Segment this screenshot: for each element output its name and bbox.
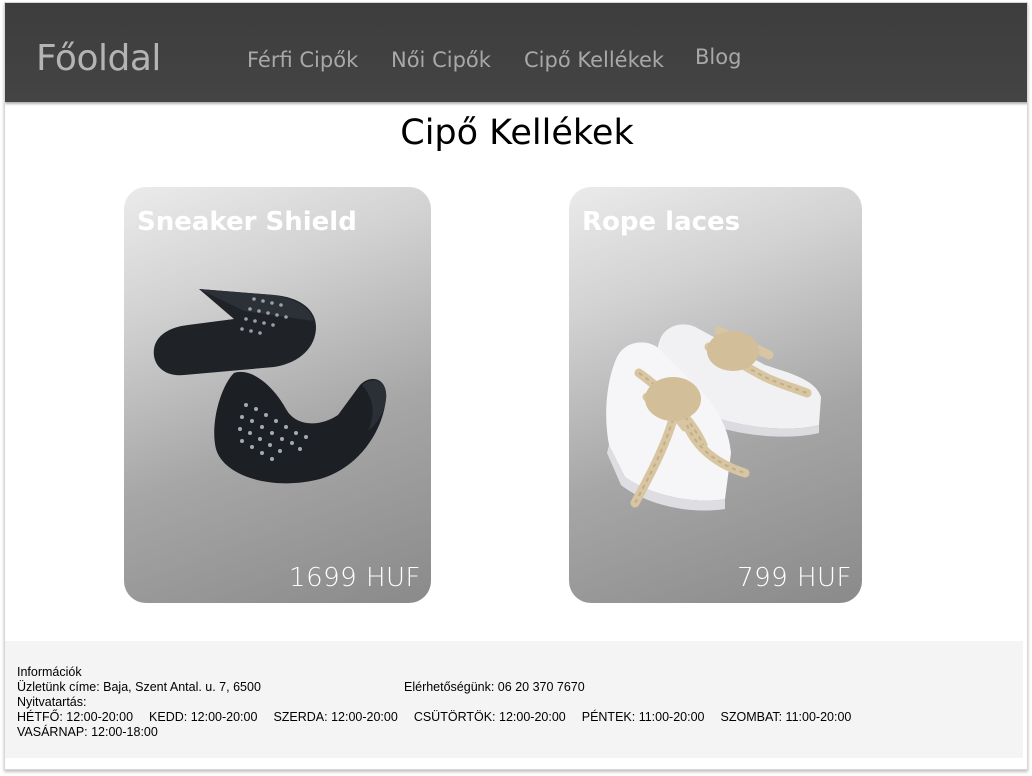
home-link[interactable]: Főoldal <box>36 38 161 79</box>
footer-heading: Információk <box>17 665 82 679</box>
opening-hours: HÉTFŐ: 12:00-20:00 KEDD: 12:00-20:00 SZE… <box>17 710 1011 740</box>
store-address: Üzletünk címe: Baja, Szent Antal. u. 7, … <box>17 680 261 694</box>
product-name: Rope laces <box>582 207 741 237</box>
product-price: 799 HUF <box>737 563 852 593</box>
phone-contact: Elérhetőségünk: 06 20 370 7670 <box>404 680 585 694</box>
hours-friday: PÉNTEK: 11:00-20:00 <box>581 710 705 724</box>
hours-monday: HÉTFŐ: 12:00-20:00 <box>17 710 134 724</box>
product-card-sneaker-shield[interactable]: Sneaker Shield 1699 HUF <box>124 187 431 603</box>
product-name: Sneaker Shield <box>137 207 357 237</box>
nav-link-ferfi-cipok[interactable]: Férfi Cipők <box>247 48 358 72</box>
page-title: Cipő Kellékek <box>400 113 634 153</box>
hours-thursday: CSÜTÖRTÖK: 12:00-20:00 <box>413 710 566 724</box>
footer-contact-row: Üzletünk címe: Baja, Szent Antal. u. 7, … <box>17 680 1011 695</box>
navbar: Főoldal Férfi Cipők Női Cipők Cipő Kellé… <box>5 3 1027 102</box>
sneaker-shield-image <box>153 289 387 484</box>
nav-link-blog[interactable]: Blog <box>695 45 741 69</box>
product-card-rope-laces[interactable]: Rope laces 799 HUF <box>569 187 862 603</box>
hours-tuesday: KEDD: 12:00-20:00 <box>149 710 258 724</box>
nav-link-noi-cipok[interactable]: Női Cipők <box>391 48 491 72</box>
nav-link-cipo-kellekek[interactable]: Cipő Kellékek <box>524 48 664 72</box>
hours-saturday: SZOMBAT: 11:00-20:00 <box>720 710 852 724</box>
hours-wednesday: SZERDA: 12:00-20:00 <box>273 710 398 724</box>
rope-laces-image <box>606 324 821 511</box>
product-price: 1699 HUF <box>289 563 421 593</box>
browser-page: Főoldal Férfi Cipők Női Cipők Cipő Kellé… <box>4 2 1028 770</box>
hours-sunday: VASÁRNAP: 12:00-18:00 <box>17 725 158 739</box>
footer: Információk Üzletünk címe: Baja, Szent A… <box>5 641 1023 758</box>
opening-hours-label: Nyitvatartás: <box>17 695 87 709</box>
